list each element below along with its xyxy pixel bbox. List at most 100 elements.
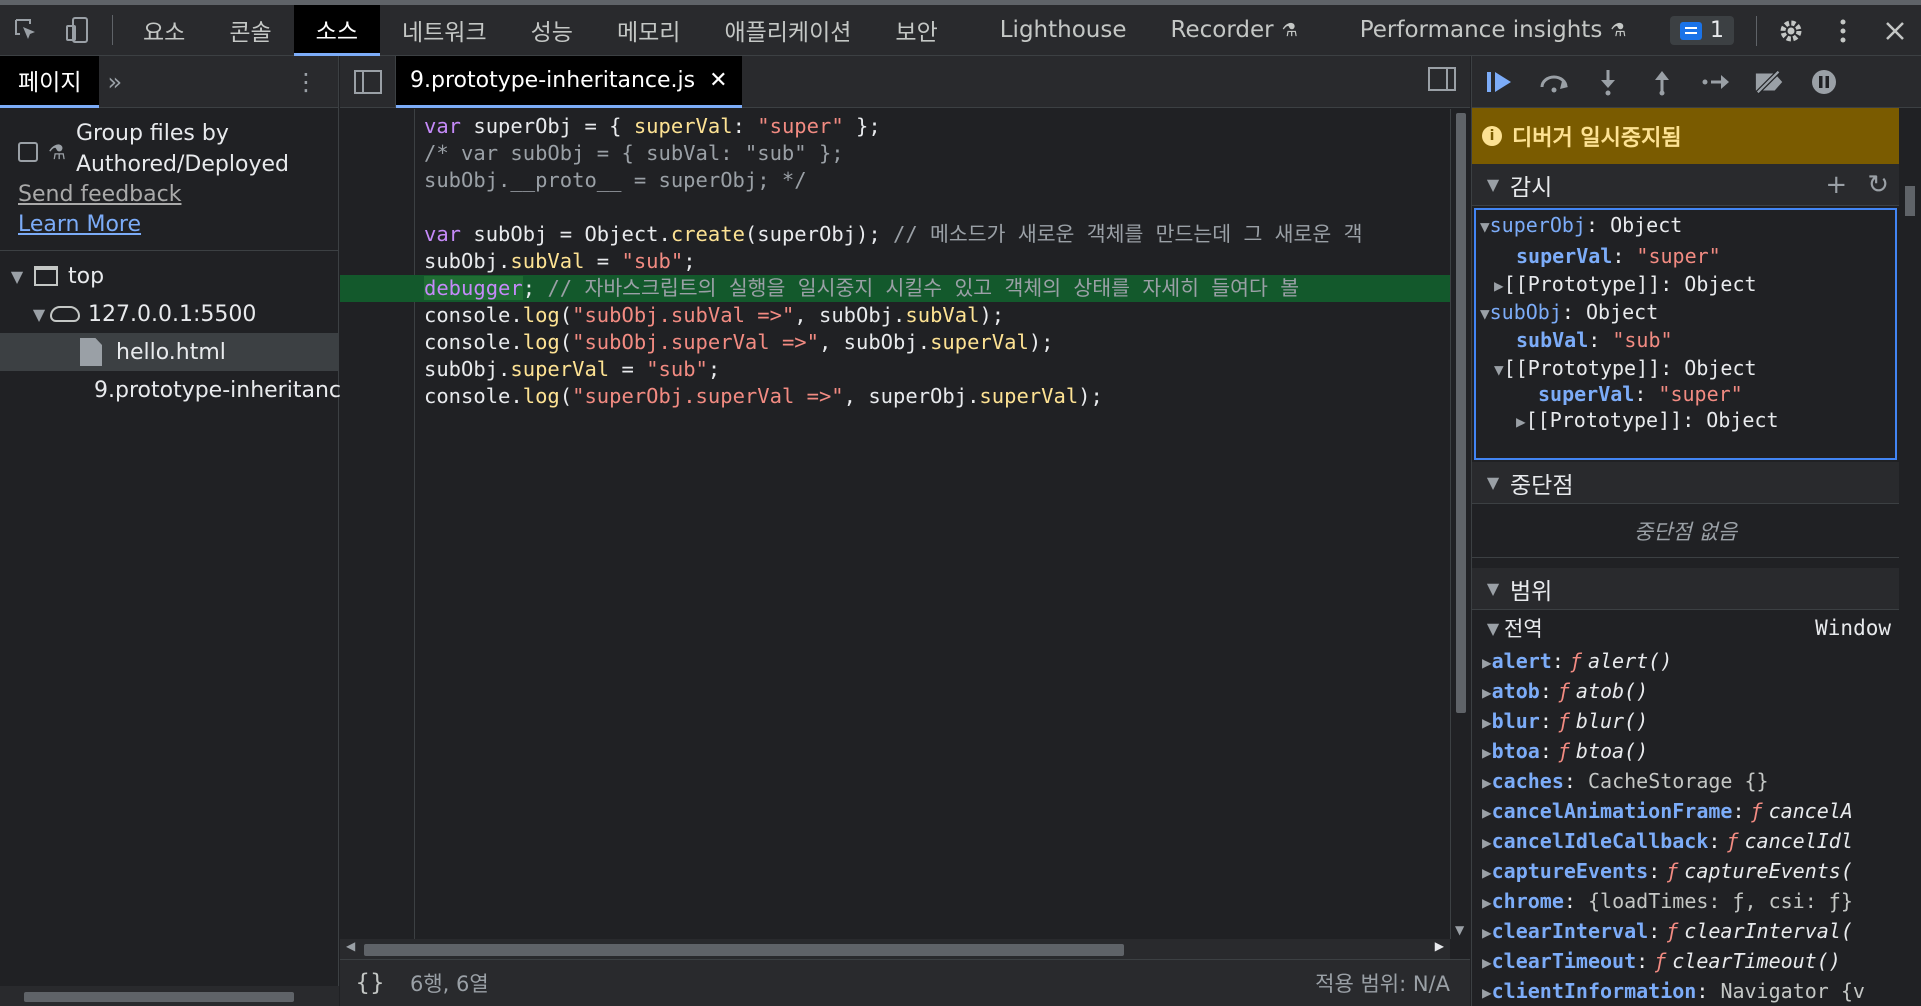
group-files-checkbox[interactable] [18, 142, 38, 162]
settings-gear-icon[interactable] [1765, 6, 1817, 56]
scope-item[interactable]: ▶alert: ƒ alert() [1472, 646, 1921, 676]
tree-item-prototype-js[interactable]: 9.prototype-inheritanc [0, 371, 341, 409]
more-tabs-chevron-icon[interactable]: » [107, 68, 122, 96]
collapse-triangle-icon[interactable]: ▼ [1482, 473, 1504, 492]
scope-item[interactable]: ▶clearInterval: ƒ clearInterval( [1472, 916, 1921, 946]
expand-triangle-icon[interactable]: ▶ [1494, 276, 1504, 295]
watch-prototype-row[interactable]: ▶[[Prototype]]: Object [1476, 271, 1895, 297]
code-line-11[interactable]: 11 console.log("superObj.superVal =>", s… [340, 383, 1450, 410]
expand-triangle-icon[interactable]: ▶ [1482, 893, 1492, 912]
scope-item[interactable]: ▶caches: CacheStorage {} [1472, 766, 1921, 796]
scope-item[interactable]: ▶cancelAnimationFrame: ƒ cancelA [1472, 796, 1921, 826]
step-icon[interactable] [1700, 66, 1732, 98]
tab-recorder[interactable]: Recorder ⚗ [1149, 5, 1320, 56]
expand-triangle-icon[interactable]: ▼ [6, 267, 28, 286]
expand-triangle-icon[interactable]: ▼ [28, 305, 50, 324]
code-line-12[interactable]: 12 [340, 410, 1450, 437]
scope-item[interactable]: ▶captureEvents: ƒ captureEvents( [1472, 856, 1921, 886]
tab-page[interactable]: 페이지 [0, 55, 100, 108]
deactivate-breakpoints-icon[interactable] [1754, 66, 1786, 98]
tree-item-hello-html[interactable]: hello.html [0, 333, 338, 371]
tree-item-top[interactable]: ▼ top [0, 257, 338, 295]
scrollbar-thumb[interactable] [1905, 186, 1915, 216]
expand-triangle-icon[interactable]: ▶ [1482, 683, 1492, 702]
issues-button[interactable]: 1 [1670, 16, 1734, 45]
scope-item[interactable]: ▶chrome: {loadTimes: ƒ, csi: ƒ} [1472, 886, 1921, 916]
scope-item[interactable]: ▶clearTimeout: ƒ clearTimeout() [1472, 946, 1921, 976]
pretty-print-braces-icon[interactable]: {} [340, 970, 400, 996]
tree-item-host[interactable]: ▼ 127.0.0.1:5500 [0, 295, 338, 333]
scope-section-header[interactable]: ▼ 범위 [1472, 568, 1899, 610]
expand-triangle-icon[interactable]: ▶ [1482, 983, 1492, 1002]
tab-memory[interactable]: 메모리 [595, 5, 702, 56]
watch-prototype-row[interactable]: ▼[[Prototype]]: Object [1476, 355, 1895, 381]
tab-performance[interactable]: 성능 [509, 5, 595, 56]
scope-item[interactable]: ▶btoa: ƒ btoa() [1472, 736, 1921, 766]
resume-icon[interactable] [1484, 66, 1516, 98]
breakpoints-section-header[interactable]: ▼ 중단점 [1472, 462, 1899, 504]
expand-triangle-icon[interactable]: ▶ [1516, 412, 1526, 431]
scroll-left-arrow-icon[interactable]: ◀ [346, 939, 355, 953]
tab-performance-insights[interactable]: Performance insights ⚗ [1338, 5, 1649, 56]
code-line-4[interactable]: 4 [340, 194, 1450, 221]
tab-sources[interactable]: 소스 [293, 4, 380, 56]
step-into-icon[interactable] [1592, 66, 1624, 98]
tab-security[interactable]: 보안 [873, 5, 959, 56]
navigator-menu-kebab-icon[interactable]: ⋮ [294, 68, 318, 96]
expand-triangle-icon[interactable]: ▶ [1482, 743, 1492, 762]
navigator-horizontal-scrollbar[interactable] [0, 986, 339, 1006]
expand-triangle-icon[interactable]: ▶ [1482, 833, 1492, 852]
watch-item-subobj[interactable]: ▼subObj: Object [1476, 299, 1895, 325]
scope-item[interactable]: ▶clientInformation: Navigator {v [1472, 976, 1921, 1006]
add-watch-plus-icon[interactable]: + [1825, 170, 1847, 200]
code-line-2[interactable]: 2 /* var subObj = { subVal: "sub" }; [340, 140, 1450, 167]
scroll-down-arrow-icon[interactable]: ▼ [1455, 923, 1464, 937]
watch-item-superobj[interactable]: ▼superObj: Object [1476, 212, 1895, 238]
tab-console[interactable]: 콘솔 [207, 5, 293, 56]
toggle-navigator-button[interactable] [340, 55, 396, 108]
device-toolbar-icon[interactable] [52, 5, 104, 55]
code-line-7-paused[interactable]: 7 debugger; // 자바스크립트의 실행을 일시중지 시킬수 있고 객… [340, 275, 1450, 302]
expand-triangle-icon[interactable]: ▶ [1482, 653, 1492, 672]
learn-more-link[interactable]: Learn More [0, 210, 338, 240]
step-out-icon[interactable] [1646, 66, 1678, 98]
tab-application[interactable]: 애플리케이션 [702, 5, 873, 56]
code-line-1[interactable]: 1 var superObj = { superVal: "super" }; [340, 113, 1450, 140]
scrollbar-thumb[interactable] [24, 992, 294, 1002]
file-tab-prototype-js[interactable]: 9.prototype-inheritance.js ✕ [396, 55, 742, 108]
code-line-10[interactable]: 10 subObj.superVal = "sub"; [340, 356, 1450, 383]
refresh-icon[interactable]: ↻ [1867, 170, 1889, 200]
expand-triangle-icon[interactable]: ▶ [1482, 863, 1492, 882]
expand-triangle-icon[interactable]: ▼ [1480, 217, 1490, 236]
expand-triangle-icon[interactable]: ▶ [1482, 713, 1492, 732]
scope-item[interactable]: ▶atob: ƒ atob() [1472, 676, 1921, 706]
code-line-3[interactable]: 3 subObj.__proto__ = superObj; */ [340, 167, 1450, 194]
scrollbar-thumb[interactable] [364, 944, 1124, 956]
expand-triangle-icon[interactable]: ▶ [1482, 953, 1492, 972]
expand-triangle-icon[interactable]: ▶ [1482, 923, 1492, 942]
scroll-right-arrow-icon[interactable]: ▶ [1435, 939, 1444, 953]
pause-on-exceptions-icon[interactable] [1808, 66, 1840, 98]
watch-expressions[interactable]: ▼superObj: Object superVal: "super" ▶[[P… [1474, 208, 1912, 460]
watch-section-header[interactable]: ▼ 감시 + ↻ [1472, 164, 1899, 206]
tab-lighthouse[interactable]: Lighthouse [978, 5, 1149, 56]
editor-horizontal-scrollbar[interactable]: ◀ ▶ [340, 939, 1450, 959]
expand-triangle-icon[interactable]: ▼ [1482, 619, 1504, 638]
expand-triangle-icon[interactable]: ▼ [1480, 304, 1490, 323]
collapse-triangle-icon[interactable]: ▼ [1482, 175, 1504, 194]
tab-network[interactable]: 네트워크 [380, 5, 509, 56]
watch-prototype-row[interactable]: ▶[[Prototype]]: Object [1476, 407, 1895, 433]
send-feedback-link[interactable]: Send feedback [0, 180, 338, 210]
debugger-vertical-scrollbar[interactable] [1899, 164, 1921, 1006]
code-line-9[interactable]: 9 console.log("subObj.superVal =>", subO… [340, 329, 1450, 356]
scope-item[interactable]: ▶blur: ƒ blur() [1472, 706, 1921, 736]
close-tab-icon[interactable]: ✕ [709, 68, 727, 93]
code-line-6[interactable]: 6 subObj.subVal = "sub"; [340, 248, 1450, 275]
code-area[interactable]: 1 var superObj = { superVal: "super" }; … [340, 109, 1450, 939]
code-line-8[interactable]: 8 console.log("subObj.subVal =>", subObj… [340, 302, 1450, 329]
expand-triangle-icon[interactable]: ▼ [1494, 360, 1504, 379]
close-devtools-icon[interactable] [1869, 6, 1921, 56]
collapse-triangle-icon[interactable]: ▼ [1482, 579, 1504, 598]
tab-elements[interactable]: 요소 [121, 5, 207, 56]
scope-item[interactable]: ▶cancelIdleCallback: ƒ cancelIdl [1472, 826, 1921, 856]
